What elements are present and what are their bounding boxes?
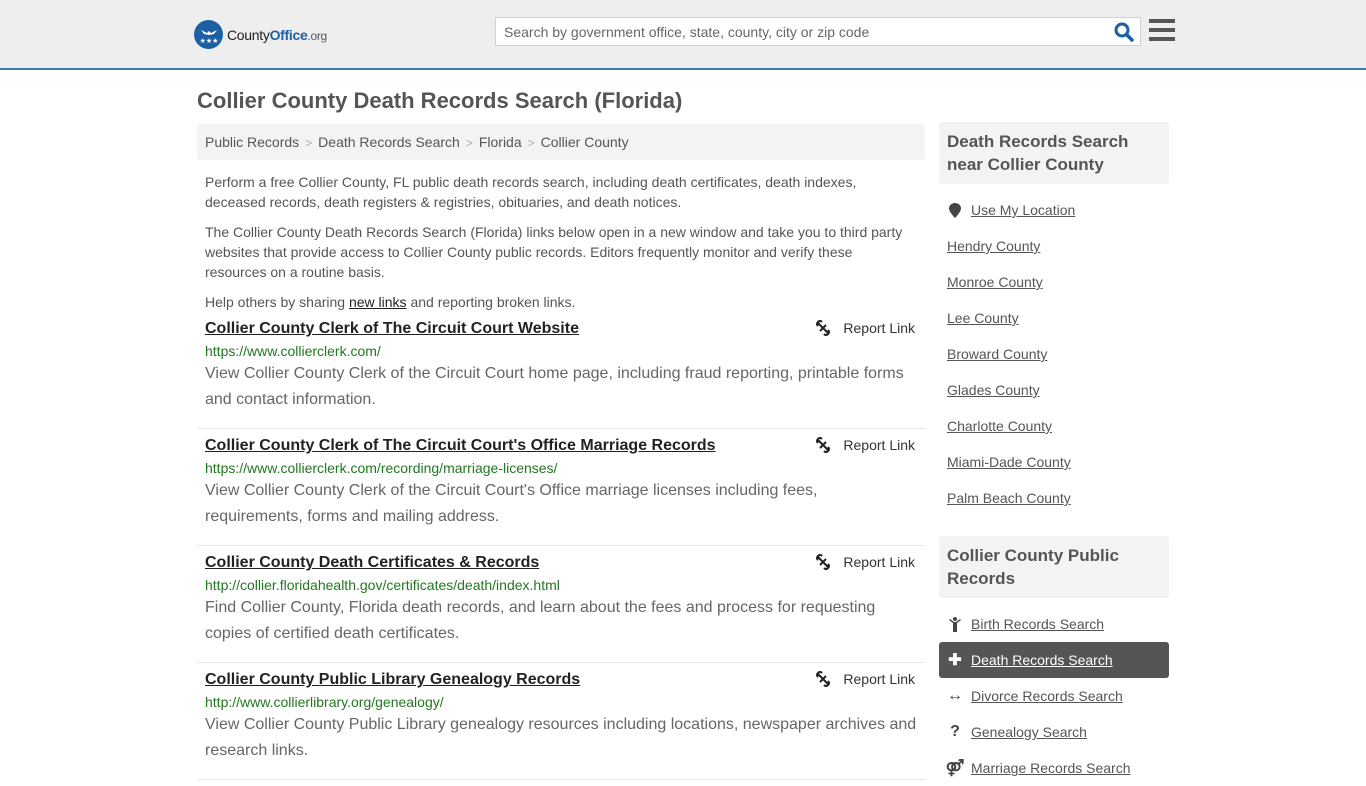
search-bar <box>495 17 1141 46</box>
result-item: Collier County Death Certificates & Reco… <box>197 546 925 663</box>
broken-link-icon <box>816 554 831 570</box>
nearby-list: Use My Location Hendry County Monroe Cou… <box>939 192 1169 516</box>
breadcrumb-collier-county[interactable]: Collier County <box>541 134 629 150</box>
new-links-link[interactable]: new links <box>349 294 407 310</box>
result-url: https://www.collierclerk.com/ <box>205 343 381 359</box>
use-my-location-item: Use My Location <box>939 192 1169 228</box>
result-item: Collier County Clerk of The Circuit Cour… <box>197 429 925 546</box>
breadcrumb-florida[interactable]: Florida <box>479 134 522 150</box>
map-marker-icon <box>947 202 963 218</box>
record-type-item: Birth Records Search <box>939 606 1169 642</box>
public-records-heading: Collier County Public Records <box>939 536 1169 598</box>
breadcrumb: Public Records > Death Records Search > Flor… <box>197 124 925 160</box>
logo-text: CountyOffice.org <box>227 26 327 43</box>
result-url: http://www.collierlibrary.org/genealogy/ <box>205 694 444 710</box>
use-my-location-link[interactable]: Use My Location <box>971 202 1075 218</box>
result-description: View Collier County Clerk of the Circuit… <box>205 482 818 525</box>
hamburger-menu-button[interactable] <box>1149 19 1175 43</box>
nearby-county-link[interactable]: Monroe County <box>947 274 1043 290</box>
result-description: View Collier County Clerk of the Circuit… <box>205 365 904 408</box>
arrows-horizontal-icon: ↔ <box>947 687 963 704</box>
nearby-heading: Death Records Search near Collier County <box>939 122 1169 184</box>
child-icon <box>947 616 963 632</box>
nearby-county-item: Monroe County <box>939 264 1169 300</box>
nearby-county-item: Palm Beach County <box>939 480 1169 516</box>
result-url: https://www.collierclerk.com/recording/m… <box>205 460 558 476</box>
nearby-county-link[interactable]: Charlotte County <box>947 418 1052 434</box>
nearby-county-item: Charlotte County <box>939 408 1169 444</box>
intro-paragraph: Perform a free Collier County, FL public… <box>205 174 857 210</box>
report-link-button[interactable]: Report Link <box>815 671 915 687</box>
record-type-item-active: ✚ Death Records Search <box>939 642 1169 678</box>
divorce-records-link[interactable]: Divorce Records Search <box>971 688 1123 704</box>
result-description: View Collier County Public Library genea… <box>205 716 917 759</box>
result-title-link[interactable]: Collier County Public Library Genealogy … <box>205 671 580 689</box>
breadcrumb-death-records-search[interactable]: Death Records Search <box>318 134 460 150</box>
genealogy-search-link[interactable]: Genealogy Search <box>971 724 1087 740</box>
question-icon: ? <box>950 723 960 740</box>
site-logo[interactable]: ★★★ CountyOffice.org <box>194 20 327 49</box>
report-link-button[interactable]: Report Link <box>815 437 915 453</box>
menu-bar-icon <box>1149 19 1175 23</box>
broken-link-icon <box>816 320 831 336</box>
search-button[interactable] <box>1114 22 1134 42</box>
breadcrumb-separator: > <box>527 136 535 150</box>
nearby-county-link[interactable]: Miami-Dade County <box>947 454 1071 470</box>
result-item: Collier County Clerk of The Circuit Cour… <box>197 312 925 429</box>
breadcrumb-public-records[interactable]: Public Records <box>205 134 299 150</box>
menu-bar-icon <box>1149 37 1175 41</box>
record-type-item: ? Genealogy Search <box>939 714 1169 750</box>
result-title-link[interactable]: Collier County Clerk of The Circuit Cour… <box>205 437 716 455</box>
nearby-county-item: Glades County <box>939 372 1169 408</box>
nearby-county-link[interactable]: Hendry County <box>947 238 1040 254</box>
nearby-county-item: Hendry County <box>939 228 1169 264</box>
help-paragraph: Help others by sharing new links and rep… <box>205 294 576 310</box>
nearby-county-link[interactable]: Broward County <box>947 346 1047 362</box>
result-item: Collier County Public Library Genealogy … <box>197 663 925 780</box>
broken-link-icon <box>816 671 831 687</box>
nearby-county-item: Lee County <box>939 300 1169 336</box>
nearby-county-item: Broward County <box>939 336 1169 372</box>
nearby-county-link[interactable]: Glades County <box>947 382 1040 398</box>
marriage-records-link[interactable]: Marriage Records Search <box>971 760 1131 776</box>
record-type-item: ↔ Divorce Records Search <box>939 678 1169 714</box>
report-link-button[interactable]: Report Link <box>815 320 915 336</box>
result-description: Find Collier County, Florida death recor… <box>205 599 876 642</box>
breadcrumb-separator: > <box>305 136 313 150</box>
intro-paragraph: The Collier County Death Records Search … <box>205 224 903 280</box>
breadcrumb-separator: > <box>465 136 473 150</box>
sidebar: Death Records Search near Collier County… <box>939 122 1169 786</box>
result-title-link[interactable]: Collier County Clerk of The Circuit Cour… <box>205 320 579 338</box>
public-records-list: Birth Records Search ✚ Death Records Sea… <box>939 606 1169 786</box>
menu-bar-icon <box>1149 28 1175 32</box>
venus-mars-icon: ⚤ <box>945 760 965 777</box>
nearby-county-link[interactable]: Lee County <box>947 310 1019 326</box>
main-content: Public Records > Death Records Search > Flor… <box>197 124 925 780</box>
search-input[interactable] <box>496 18 1096 45</box>
eagle-logo-icon: ★★★ <box>194 20 223 49</box>
page-title: Collier County Death Records Search (Flo… <box>197 88 683 113</box>
nearby-county-item: Miami-Dade County <box>939 444 1169 480</box>
search-icon <box>1114 22 1134 42</box>
report-link-button[interactable]: Report Link <box>815 554 915 570</box>
nearby-county-link[interactable]: Palm Beach County <box>947 490 1071 506</box>
broken-link-icon <box>816 437 831 453</box>
plus-icon: ✚ <box>948 652 962 669</box>
result-title-link[interactable]: Collier County Death Certificates & Reco… <box>205 554 539 572</box>
result-url: http://collier.floridahealth.gov/certifi… <box>205 577 560 593</box>
svg-text:★★★: ★★★ <box>199 37 218 45</box>
birth-records-link[interactable]: Birth Records Search <box>971 616 1104 632</box>
intro-text: Perform a free Collier County, FL public… <box>197 172 925 312</box>
record-type-item: ⚤ Marriage Records Search <box>939 750 1169 786</box>
death-records-link[interactable]: Death Records Search <box>971 652 1113 668</box>
top-bar: ★★★ CountyOffice.org <box>0 0 1366 70</box>
